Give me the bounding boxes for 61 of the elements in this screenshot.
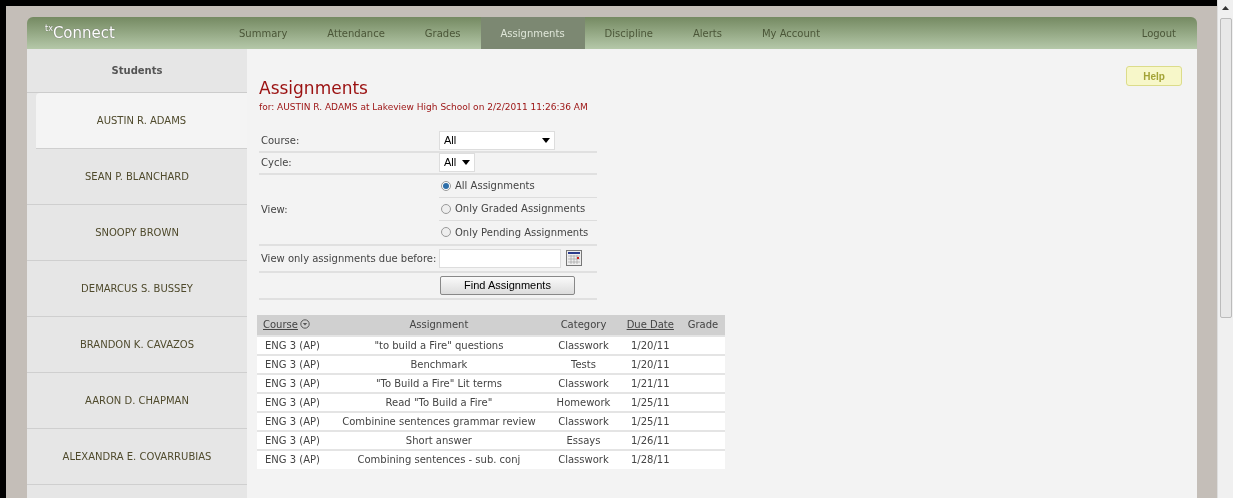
table-cell: 1/25/11 [631,415,670,427]
table-cell: Combinine sentences grammar review [342,415,536,427]
find-assignments-button[interactable]: Find Assignments [440,275,575,295]
table-cell: ENG 3 (AP) [265,377,320,389]
table-cell: Combining sentences - sub. conj [357,454,521,465]
table-cell: ENG 3 (AP) [265,396,320,408]
scroll-thumb[interactable] [1219,18,1232,318]
table-cell: 1/26/11 [631,434,670,446]
sort-icon[interactable] [299,319,310,329]
table-cell: Classwork [558,415,609,427]
column-header: Assignment [330,314,548,336]
student-item[interactable]: SEAN P. BLANCHARD [27,149,247,205]
column-header: Category [547,314,620,336]
table-cell: Classwork [558,377,609,389]
table-cell: 1/20/11 [631,339,670,351]
field-label: Cycle: [260,156,293,170]
table-cell: ENG 3 (AP) [265,434,320,446]
date-input-field[interactable] [439,248,561,268]
radio-button[interactable] [441,203,451,214]
table-cell: Essays [566,434,601,446]
table-cell: 1/20/11 [631,358,670,370]
table-cell: "To Build a Fire" Lit terms [375,377,502,389]
table-cell: Classwork [558,454,609,465]
radio-label: All Assignments [455,179,535,193]
field-label: View: [260,202,289,217]
column-header[interactable]: Course [257,314,331,336]
page-subtitle: for: AUSTIN R. ADAMS at Lakeview High School on 2/2/2011 11:26:36 AM [259,101,589,114]
table-cell: "to build a Fire" questions [374,339,504,351]
field-label: View only assignments due before: [260,251,438,266]
table-cell: ENG 3 (AP) [265,415,320,427]
table-cell: ENG 3 (AP) [265,358,320,370]
table-cell: Read "To Build a Fire" [385,396,493,408]
student-item[interactable]: BRANDON K. CAVAZOS [27,317,247,373]
calendar-icon[interactable] [566,250,582,266]
table-cell: 1/25/11 [631,396,670,408]
course-select[interactable]: All [439,131,555,150]
cycle-select[interactable]: All [439,153,475,172]
scroll-up-icon[interactable] [1222,6,1229,10]
table-cell: Classwork [558,339,609,351]
column-header[interactable]: Due Date [619,314,681,336]
student-item[interactable]: DEMARCUS S. BUSSEY [27,261,247,317]
column-header: Grade [680,314,725,336]
dropdown-caret-icon [462,160,470,165]
table-cell: Short answer [405,434,472,446]
radio-label: Only Pending Assignments [455,225,589,240]
dropdown-caret-icon [542,138,550,143]
table-cell: Tests [571,358,596,370]
radio-label: Only Graded Assignments [455,202,586,216]
student-item[interactable]: AARON D. CHAPMAN [27,373,247,429]
table-cell: ENG 3 (AP) [265,339,320,351]
table-cell: ENG 3 (AP) [265,454,320,465]
student-item[interactable]: SNOOPY BROWN [27,205,247,261]
table-cell: Benchmark [410,358,468,370]
table-cell: 1/28/11 [631,454,670,465]
table-cell: 1/21/11 [631,377,670,389]
radio-button[interactable] [441,180,451,191]
student-item[interactable]: ALEXANDRA E. COVARRUBIAS [27,429,247,485]
table-cell: Homework [556,396,611,408]
field-label: Course: [260,134,301,148]
radio-button[interactable] [441,227,451,237]
student-item[interactable]: AUSTIN R. ADAMS [36,93,247,149]
